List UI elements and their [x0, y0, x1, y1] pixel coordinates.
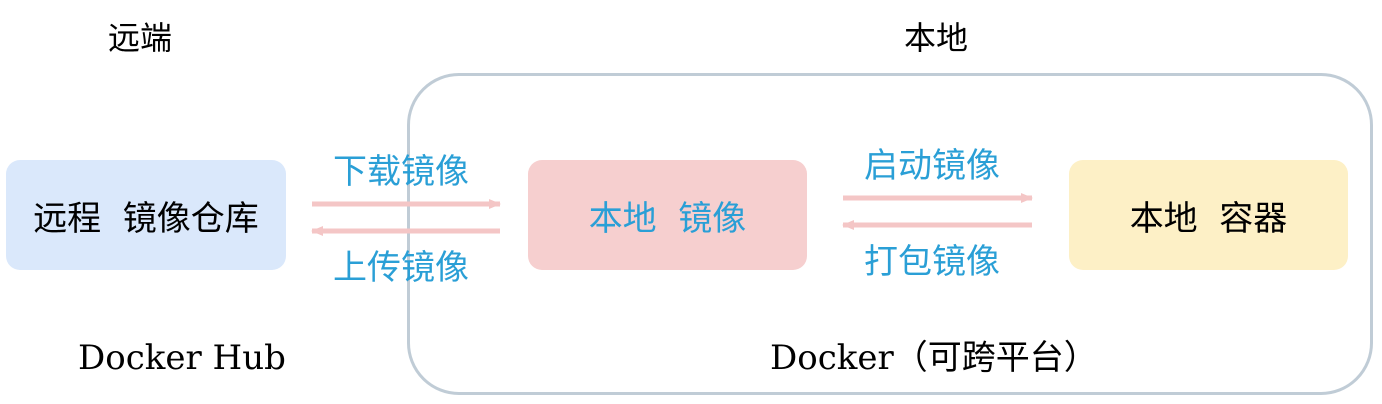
remote-image-repository-label: 远程 镜像仓库 [33, 198, 259, 239]
local-heading: 本地 [904, 19, 969, 57]
local-image-node: 本地 镜像 [528, 160, 807, 270]
local-image-label: 本地 镜像 [588, 198, 747, 239]
commit-label: 打包镜像 [864, 242, 1000, 282]
push-label: 上传镜像 [333, 248, 469, 288]
remote-heading: 远端 [108, 19, 173, 57]
run-label: 启动镜像 [864, 146, 1000, 186]
docker-caption: Docker（可跨平台） [770, 338, 1098, 378]
docker-hub-caption: Docker Hub [78, 338, 286, 378]
local-container-label: 本地 容器 [1129, 198, 1288, 239]
pull-label: 下载镜像 [333, 152, 469, 192]
remote-image-repository-node: 远程 镜像仓库 [6, 160, 286, 270]
local-container-node: 本地 容器 [1069, 160, 1348, 270]
